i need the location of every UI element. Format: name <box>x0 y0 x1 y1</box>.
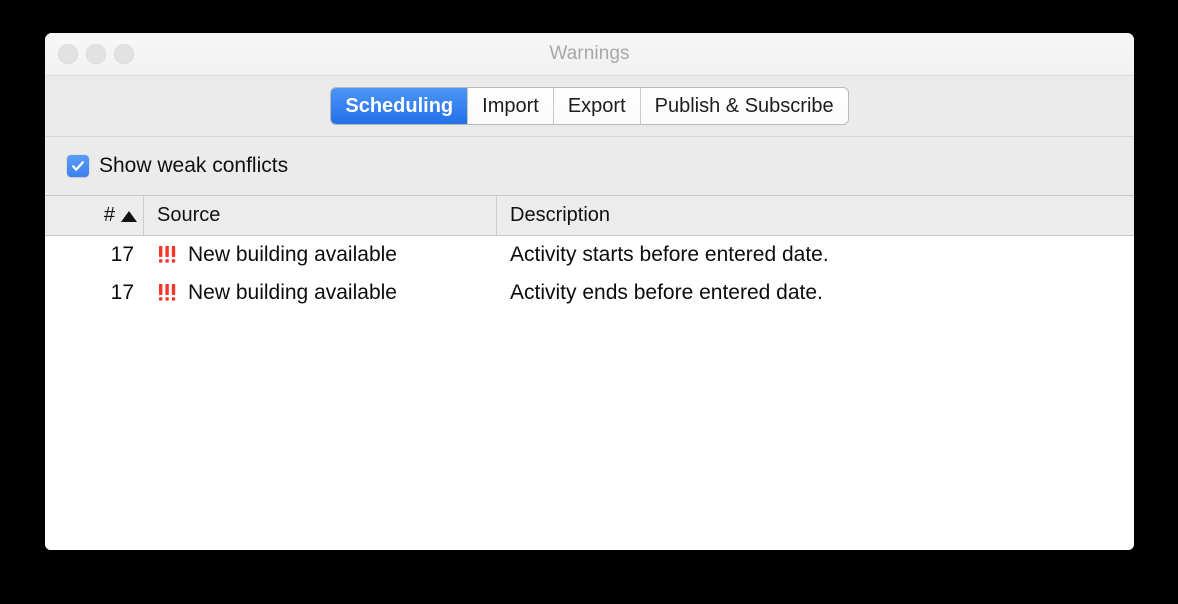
warnings-window: Warnings Scheduling Import Export Publis… <box>45 33 1134 550</box>
triple-exclamation-icon <box>157 283 179 303</box>
close-button[interactable] <box>58 44 78 64</box>
cell-description: Activity starts before entered date. <box>510 243 829 266</box>
column-header-number[interactable]: # <box>45 196 144 235</box>
cell-source: New building available <box>144 274 497 312</box>
cell-number: 17 <box>110 281 134 304</box>
tab-scheduling[interactable]: Scheduling <box>331 88 468 124</box>
table-row[interactable]: 17 <box>45 236 1134 274</box>
column-header-source[interactable]: Source <box>144 196 497 235</box>
window-title: Warnings <box>549 43 630 64</box>
tab-export[interactable]: Export <box>552 88 640 124</box>
table-header-row: # Source Description <box>45 196 1134 236</box>
show-weak-conflicts-row[interactable]: Show weak conflicts <box>67 154 288 178</box>
screen: Warnings Scheduling Import Export Publis… <box>0 0 1178 604</box>
cell-source: New building available <box>144 236 497 274</box>
window-titlebar[interactable]: Warnings <box>45 33 1134 76</box>
tab-publish-and-subscribe[interactable]: Publish & Subscribe <box>639 88 848 124</box>
column-header-number-label: # <box>103 204 115 226</box>
tab-segmented-control[interactable]: Scheduling Import Export Publish & Subsc… <box>331 88 848 124</box>
table-row[interactable]: 17 <box>45 274 1134 312</box>
window-controls <box>58 33 134 75</box>
column-header-description[interactable]: Description <box>497 196 1134 235</box>
cell-description: Activity ends before entered date. <box>510 281 823 304</box>
toolbar: Scheduling Import Export Publish & Subsc… <box>45 76 1134 137</box>
checkmark-icon <box>72 161 84 171</box>
column-header-description-label: Description <box>510 204 611 226</box>
options-bar: Show weak conflicts <box>45 137 1134 196</box>
show-weak-conflicts-checkbox[interactable] <box>67 155 89 177</box>
triple-exclamation-icon <box>157 245 179 265</box>
tab-import[interactable]: Import <box>467 88 553 124</box>
column-header-source-label: Source <box>157 204 221 226</box>
show-weak-conflicts-label: Show weak conflicts <box>99 154 289 177</box>
warnings-table: # Source Description 17 New building ava… <box>45 196 1134 550</box>
cell-source-label: New building available <box>188 243 397 266</box>
cell-number: 17 <box>110 243 134 266</box>
minimize-button[interactable] <box>86 44 106 64</box>
table-body: 17 New building available Activity start… <box>45 236 1134 550</box>
cell-source-label: New building available <box>188 281 397 304</box>
sort-ascending-icon <box>121 211 137 222</box>
zoom-button[interactable] <box>114 44 134 64</box>
